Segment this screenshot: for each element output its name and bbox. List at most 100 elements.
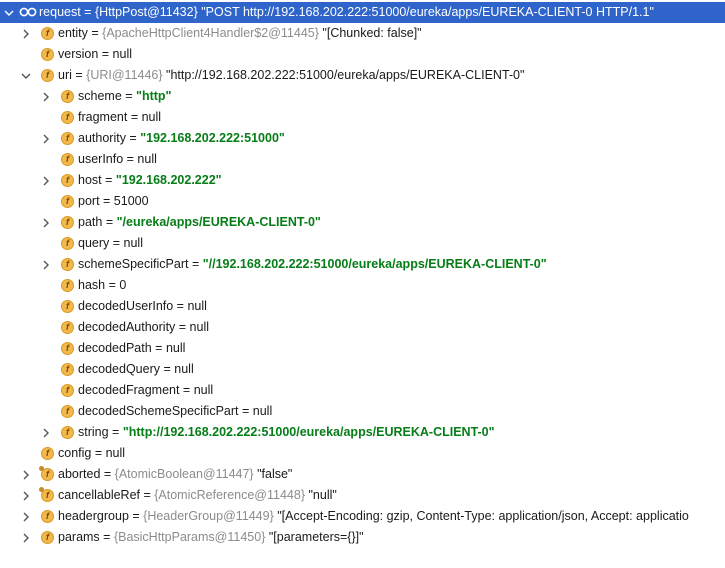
tree-row-schemeSpecificPart[interactable]: f schemeSpecificPart = "//192.168.202.222… (0, 254, 725, 275)
variable-value: null (193, 383, 214, 397)
field-icon: f (61, 90, 74, 103)
variable-value: "192.168.202.222" (115, 173, 222, 187)
variable-value: 0 (119, 278, 127, 292)
variable-type: {URI@11446} (86, 68, 163, 82)
variable-type: {AtomicBoolean@11447} (114, 467, 254, 481)
variable-type: {HttpPost@11432} (94, 5, 198, 19)
chevron-right-icon[interactable] (40, 170, 52, 191)
chevron-right-icon[interactable] (40, 212, 52, 233)
variable-name: config (58, 446, 92, 460)
chevron-right-icon[interactable] (20, 485, 32, 506)
variable-type: {HeaderGroup@11449} (143, 509, 274, 523)
chevron-down-icon[interactable] (3, 2, 15, 23)
variable-name: schemeSpecificPart (78, 257, 189, 271)
tree-row-authority[interactable]: f authority = "192.168.202.222:51000" (0, 128, 725, 149)
tree-row-cancellableRef[interactable]: f cancellableRef = {AtomicReference@11448… (0, 485, 725, 506)
chevron-right-icon[interactable] (20, 23, 32, 44)
final-field-icon: f (39, 487, 54, 502)
tree-row-scheme[interactable]: f scheme = "http" (0, 86, 725, 107)
variable-value: "http" (136, 89, 172, 103)
variable-value: null (174, 362, 194, 376)
field-icon: f (61, 300, 74, 313)
field-icon: f (61, 132, 74, 145)
field-icon: f (41, 510, 54, 523)
chevron-right-icon[interactable] (20, 506, 32, 527)
field-icon: f (61, 342, 74, 355)
field-icon: f (61, 426, 74, 439)
field-icon: f (61, 111, 74, 124)
chevron-right-icon[interactable] (40, 128, 52, 149)
tree-row-aborted[interactable]: f aborted = {AtomicBoolean@11447} "false" (0, 464, 725, 485)
tree-row-decodedSchemeSpecificPart[interactable]: f decodedSchemeSpecificPart = null (0, 401, 725, 422)
variable-name: decodedPath (78, 341, 152, 355)
field-icon: f (61, 237, 74, 250)
tree-row-request[interactable]: request = {HttpPost@11432} "POST http://… (0, 2, 725, 23)
field-icon: f (61, 384, 74, 397)
tree-row-entity[interactable]: f entity = {ApacheHttpClient4Handler$2@11… (0, 23, 725, 44)
field-icon: f (61, 216, 74, 229)
chevron-right-icon[interactable] (20, 527, 32, 548)
field-icon: f (41, 48, 54, 61)
variable-value: null (252, 404, 273, 418)
variable-value: "POST http://192.168.202.222:51000/eurek… (201, 5, 654, 19)
variable-name: aborted (58, 467, 101, 481)
chevron-down-icon[interactable] (20, 65, 32, 86)
tree-row-decodedQuery[interactable]: f decodedQuery = null (0, 359, 725, 380)
variable-value: "http://192.168.202.222:51000/eureka/app… (166, 68, 525, 82)
variable-name: request (39, 5, 81, 19)
tree-row-string[interactable]: f string = "http://192.168.202.222:51000/… (0, 422, 725, 443)
tree-row-userInfo[interactable]: f userInfo = null (0, 149, 725, 170)
variable-value: null (137, 152, 157, 166)
chevron-right-icon[interactable] (20, 464, 32, 485)
variable-type: {ApacheHttpClient4Handler$2@11445} (102, 26, 319, 40)
object-icon (19, 7, 37, 17)
field-icon: f (61, 363, 74, 376)
tree-row-decodedAuthority[interactable]: f decodedAuthority = null (0, 317, 725, 338)
variable-value: 51000 (113, 194, 149, 208)
tree-row-headergroup[interactable]: f headergroup = {HeaderGroup@11449} "[Acc… (0, 506, 725, 527)
variable-value: "[parameters={}]" (268, 530, 364, 544)
variable-value: "[Accept-Encoding: gzip, Content-Type: a… (277, 509, 689, 523)
tree-row-uri[interactable]: f uri = {URI@11446} "http://192.168.202.2… (0, 65, 725, 86)
variable-name: decodedQuery (78, 362, 161, 376)
variable-value: "/eureka/apps/EUREKA-CLIENT-0" (116, 215, 321, 229)
chevron-right-icon[interactable] (40, 86, 52, 107)
variable-type: {BasicHttpParams@11450} (113, 530, 266, 544)
variable-type: {AtomicReference@11448} (154, 488, 305, 502)
tree-row-host[interactable]: f host = "192.168.202.222" (0, 170, 725, 191)
variable-name: uri (58, 68, 72, 82)
variable-value: null (112, 47, 133, 61)
field-icon: f (61, 279, 74, 292)
tree-row-fragment[interactable]: f fragment = null (0, 107, 725, 128)
tree-row-decodedUserInfo[interactable]: f decodedUserInfo = null (0, 296, 725, 317)
variable-value: null (105, 446, 126, 460)
variable-name: decodedAuthority (78, 320, 176, 334)
variable-name: host (78, 173, 102, 187)
variable-value: "null" (308, 488, 337, 502)
variable-name: userInfo (78, 152, 124, 166)
tree-row-config[interactable]: f config = null (0, 443, 725, 464)
tree-row-version[interactable]: f version = null (0, 44, 725, 65)
tree-row-query[interactable]: f query = null (0, 233, 725, 254)
variable-name: hash (78, 278, 106, 292)
variable-value: null (141, 110, 162, 124)
chevron-right-icon[interactable] (40, 422, 52, 443)
field-icon: f (61, 174, 74, 187)
tree-row-params[interactable]: f params = {BasicHttpParams@11450} "[para… (0, 527, 725, 548)
variable-name: params (58, 530, 100, 544)
variable-value: null (123, 236, 143, 250)
variable-name: entity (58, 26, 88, 40)
tree-row-hash[interactable]: f hash = 0 (0, 275, 725, 296)
tree-row-decodedFragment[interactable]: f decodedFragment = null (0, 380, 725, 401)
variable-name: scheme (78, 89, 122, 103)
tree-row-path[interactable]: f path = "/eureka/apps/EUREKA-CLIENT-0" (0, 212, 725, 233)
tree-row-decodedPath[interactable]: f decodedPath = null (0, 338, 725, 359)
variable-name: cancellableRef (58, 488, 140, 502)
variable-name: fragment (78, 110, 128, 124)
variable-name: port (78, 194, 100, 208)
field-icon: f (41, 27, 54, 40)
variable-value: "192.168.202.222:51000" (140, 131, 285, 145)
chevron-right-icon[interactable] (40, 254, 52, 275)
variable-value: "http://192.168.202.222:51000/eureka/app… (122, 425, 495, 439)
tree-row-port[interactable]: f port = 51000 (0, 191, 725, 212)
